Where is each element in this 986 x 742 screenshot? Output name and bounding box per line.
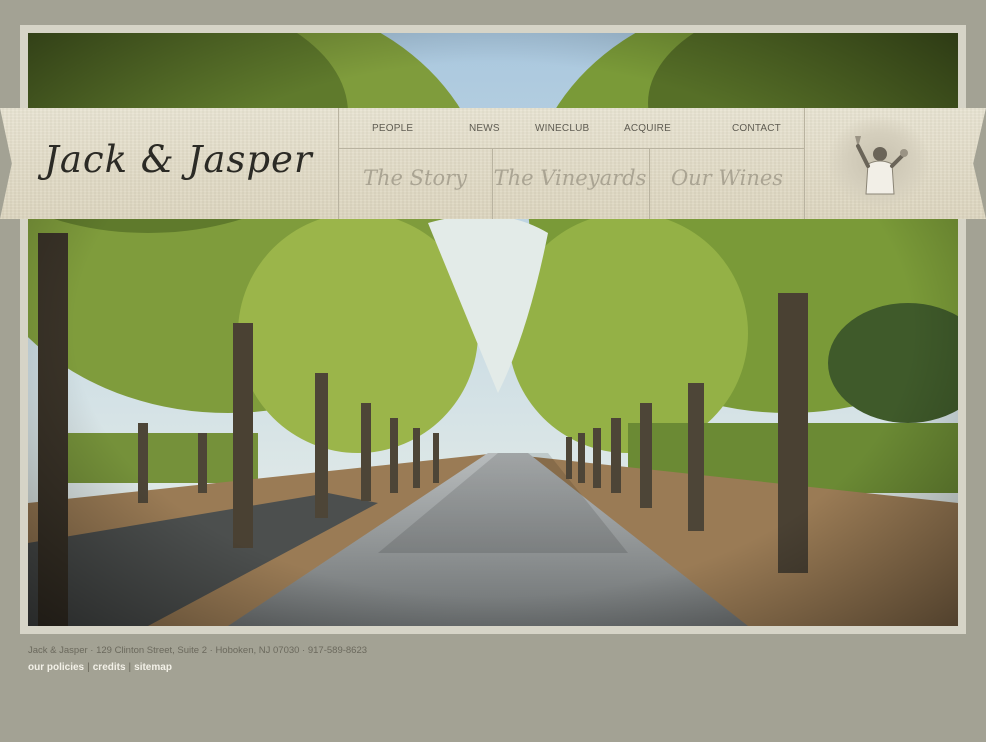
nav-news[interactable]: NEWS xyxy=(469,123,500,134)
nav-divider xyxy=(338,108,339,219)
section-the-vineyards[interactable]: The Vineyards xyxy=(493,166,647,190)
footer-link-credits[interactable]: credits xyxy=(93,662,126,673)
nav-divider xyxy=(804,108,805,219)
nav-contact[interactable]: CONTACT xyxy=(732,123,781,134)
footer-links: our policies | credits | sitemap xyxy=(28,662,172,673)
winemaker-photo-icon xyxy=(855,136,908,195)
footer-address: Jack & Jasper · 129 Clinton Street, Suit… xyxy=(28,645,368,656)
footer-separator: | xyxy=(128,662,132,673)
nav-wineclub[interactable]: WINECLUB xyxy=(535,123,589,134)
winemaker-badge xyxy=(828,116,930,208)
nav-acquire[interactable]: ACQUIRE xyxy=(624,123,671,134)
site-logo[interactable]: Jack & Jasper xyxy=(44,138,313,181)
section-our-wines[interactable]: Our Wines xyxy=(650,166,804,190)
nav-divider xyxy=(338,148,804,149)
footer-link-sitemap[interactable]: sitemap xyxy=(134,662,172,673)
footer-separator: | xyxy=(87,662,90,673)
section-the-story[interactable]: The Story xyxy=(338,166,492,190)
nav-people[interactable]: PEOPLE xyxy=(372,123,413,134)
header-banner: Jack & Jasper PEOPLE NEWS WINECLUB ACQUI… xyxy=(0,108,986,219)
footer-link-our-policies[interactable]: our policies xyxy=(28,662,84,673)
